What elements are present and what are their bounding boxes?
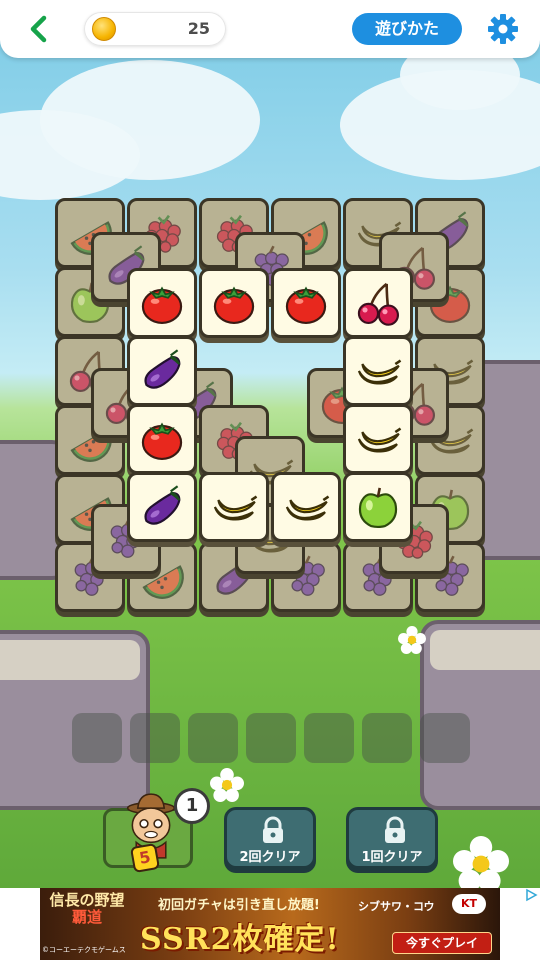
unlock-2-label: 2回クリア [239, 850, 301, 865]
apple-icon [352, 481, 404, 533]
apple-tile[interactable] [343, 472, 413, 542]
banana-icon [352, 413, 404, 465]
gear-icon[interactable] [486, 12, 520, 46]
ad-headline: 初回ガチャは引き直し放題! [158, 898, 320, 913]
hint-badge: 5 [129, 842, 161, 874]
tomato-tile[interactable] [199, 268, 269, 338]
lock-icon [385, 816, 405, 843]
banana-icon [352, 345, 404, 397]
ad-big-text: SSR2枚確定! [140, 922, 340, 957]
rock-top [430, 630, 540, 670]
tray-slot [188, 713, 238, 763]
eggplant-icon [136, 481, 188, 533]
eggplant-tile[interactable] [127, 336, 197, 406]
back-arrow-icon[interactable] [22, 12, 56, 46]
ad-banner-link[interactable]: 信長の野望 覇道 ©コーエーテクモゲームス 初回ガチャは引き直し放題! SSR2… [40, 888, 500, 960]
eggplant-tile[interactable] [127, 472, 197, 542]
rock-top [0, 640, 140, 680]
how-to-play-button[interactable]: 遊びかた [352, 13, 462, 45]
tomato-icon [136, 277, 188, 329]
cherry-tile[interactable] [343, 268, 413, 338]
unlock-1-button[interactable]: 1回クリア [346, 807, 438, 869]
tomato-icon [208, 277, 260, 329]
ad-copyright: ©コーエーテクモゲームス [42, 946, 126, 954]
ad-cta-button[interactable]: 今すぐプレイ [392, 932, 492, 954]
coin-counter: 25 [84, 12, 226, 46]
coin-count: 25 [187, 19, 210, 38]
top-bar: 25 遊びかた [0, 0, 540, 58]
ad-brand: シブサワ・コウ [358, 900, 435, 913]
banana-icon [280, 481, 332, 533]
ad-kt-logo: KT [452, 894, 486, 914]
ad-logo-line2: 覇道 [71, 908, 102, 926]
ad-logo-line1: 信長の野望 [49, 891, 125, 909]
tomato-tile[interactable] [271, 268, 341, 338]
tomato-tile[interactable] [127, 404, 197, 474]
cherry-icon [352, 277, 404, 329]
unlock-2-button[interactable]: 2回クリア [224, 807, 316, 869]
hint-count-badge: 1 [174, 788, 210, 824]
tomato-icon [280, 277, 332, 329]
lock-icon [263, 816, 283, 843]
banana-icon [208, 481, 260, 533]
banana-tile[interactable] [343, 404, 413, 474]
flower-icon [210, 768, 244, 802]
tray-slot [246, 713, 296, 763]
tomato-tile[interactable] [127, 268, 197, 338]
eggplant-icon [136, 345, 188, 397]
ad-choices-icon[interactable] [524, 888, 538, 902]
coin-icon [92, 17, 116, 41]
flower-icon [453, 836, 509, 888]
tray-slot [304, 713, 354, 763]
tomato-icon [136, 413, 188, 465]
tray-slot [72, 713, 122, 763]
flower-icon [398, 626, 426, 654]
tray-slot [130, 713, 180, 763]
banana-tile[interactable] [343, 336, 413, 406]
ad-banner: 信長の野望 覇道 ©コーエーテクモゲームス 初回ガチャは引き直し放題! SSR2… [0, 888, 540, 960]
banana-tile[interactable] [199, 472, 269, 542]
unlock-1-label: 1回クリア [361, 850, 423, 865]
tray-slot [420, 713, 470, 763]
ad-logo: 信長の野望 覇道 [46, 892, 128, 926]
banana-tile[interactable] [271, 472, 341, 542]
tray-slot [362, 713, 412, 763]
